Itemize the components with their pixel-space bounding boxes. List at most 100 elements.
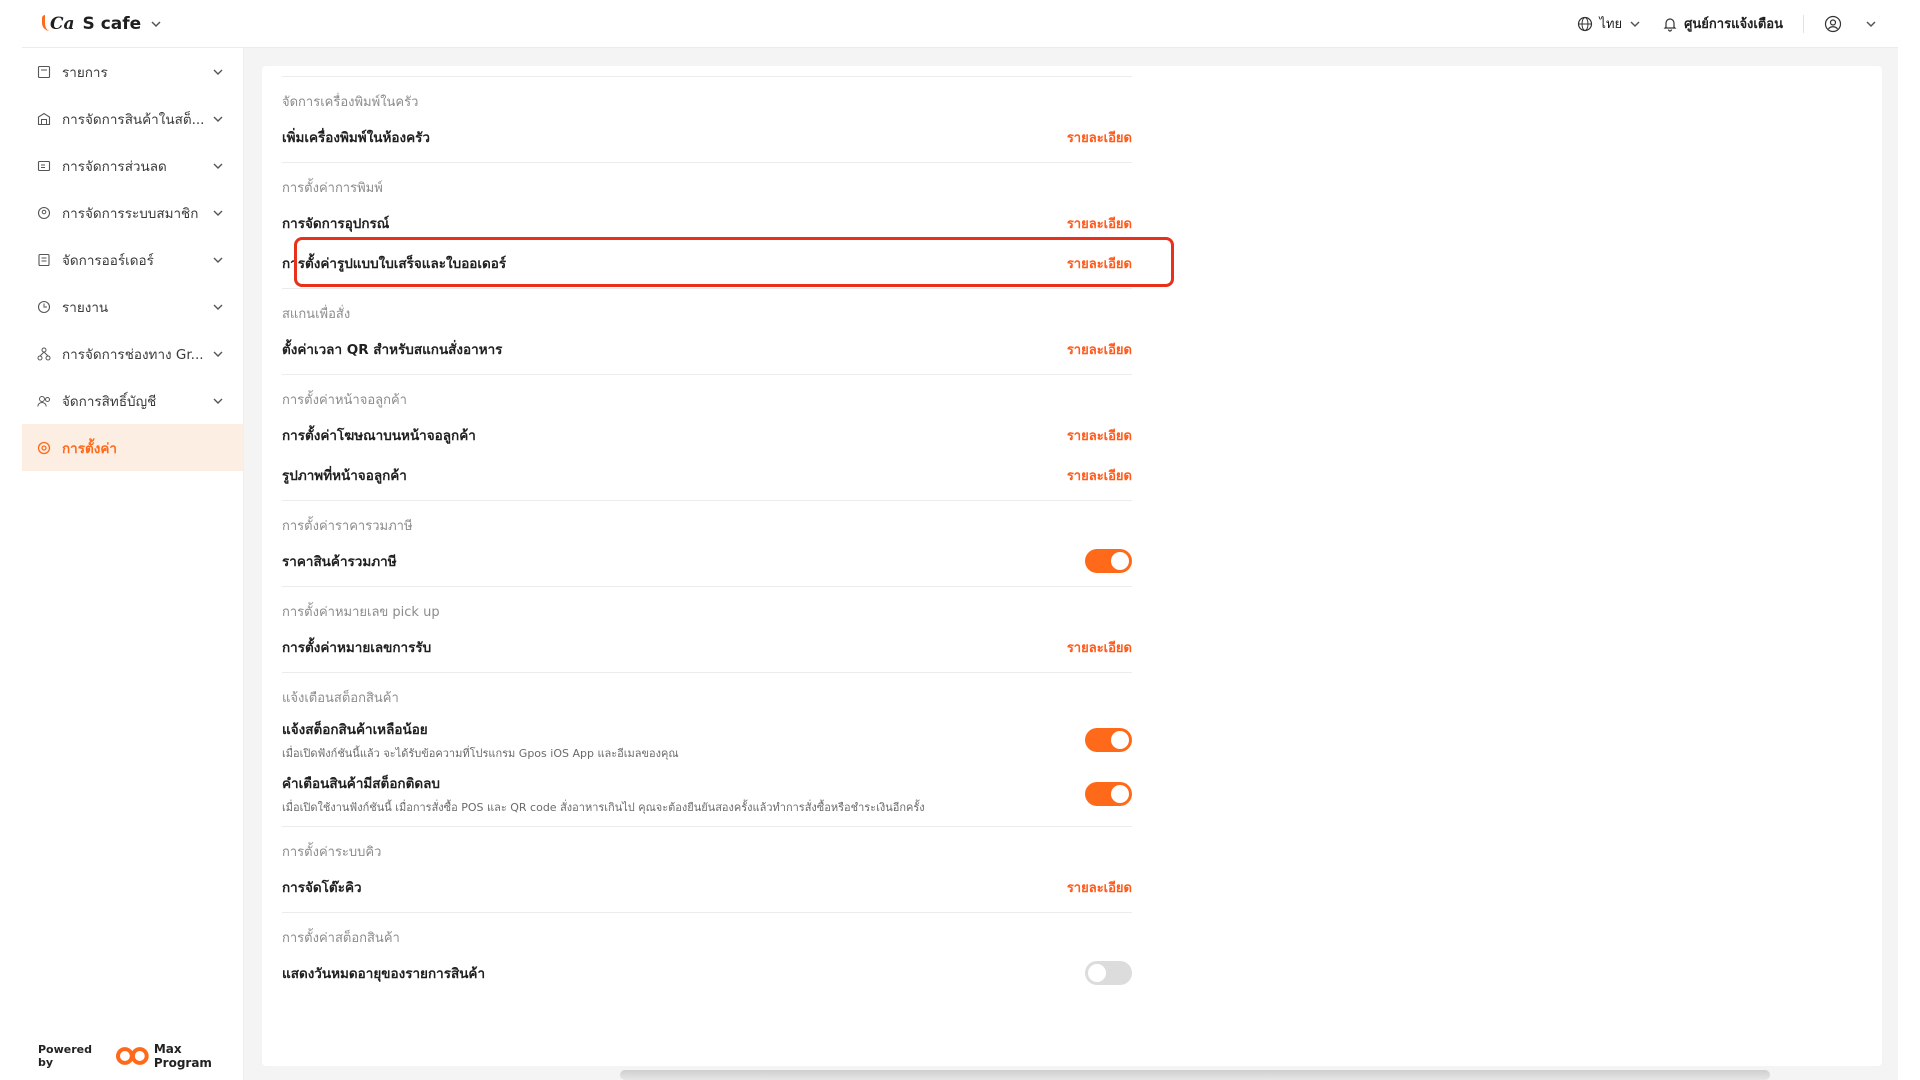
sidebar-item-inventory[interactable]: การจัดการสินค้าในสต็...	[22, 95, 243, 142]
settings-row: การจัดโต๊ะคิว รายละเอียด	[282, 872, 1132, 902]
settings-card: จัดการเครื่องพิมพ์ในครัว เพิ่มเครื่องพิม…	[262, 66, 1882, 1066]
settings-row: การตั้งค่าหมายเลขการรับ รายละเอียด	[282, 632, 1132, 662]
sidebar-item-reports[interactable]: รายงาน	[22, 283, 243, 330]
detail-link[interactable]: รายละเอียด	[1067, 425, 1132, 446]
app-logo: Ca	[42, 14, 75, 34]
language-selector[interactable]: ไทย	[1577, 13, 1642, 34]
section-title: สแกนเพื่อสั่ง	[282, 307, 351, 322]
detail-link[interactable]: รายละเอียด	[1067, 637, 1132, 658]
chevron-down-icon	[213, 351, 223, 357]
sidebar-item-label: รายงาน	[62, 299, 109, 316]
bell-icon	[1663, 17, 1677, 32]
sidebar-item-label: การจัดการส่วนลด	[62, 158, 167, 175]
account-icon	[37, 395, 50, 407]
sidebar-item-accounts[interactable]: จัดการสิทธิ์บัญชี	[22, 377, 243, 424]
channel-icon	[37, 347, 51, 360]
notification-center[interactable]: ศูนย์การแจ้งเตือน	[1662, 13, 1783, 34]
row-label: คำเตือนสินค้ามีสต็อกติดลบ	[282, 776, 440, 792]
sidebar-item-label: การจัดการช่องทาง Gr...	[62, 346, 204, 363]
low-stock-alert-toggle[interactable]	[1085, 728, 1132, 752]
settings-section: จัดการเครื่องพิมพ์ในครัว เพิ่มเครื่องพิม…	[282, 77, 1132, 163]
store-switcher[interactable]: Ca S cafe	[42, 14, 163, 34]
detail-link[interactable]: รายละเอียด	[1067, 127, 1132, 148]
chevron-down-icon	[213, 304, 223, 310]
chevron-down-icon	[213, 398, 223, 404]
list-icon	[37, 65, 51, 78]
row-description: เมื่อเปิดใช้งานฟังก์ชันนี้ เมื่อการสั่งซ…	[282, 801, 925, 814]
sidebar: รายการ การจัดการสินค้าในสต็... การจัดการ…	[22, 48, 244, 1080]
row-label: แจ้งสต็อกสินค้าเหลือน้อย	[282, 722, 428, 738]
chevron-down-icon	[1866, 20, 1876, 27]
sidebar-item-label: การตั้งค่า	[62, 440, 117, 457]
store-name: S cafe	[82, 13, 142, 34]
settings-section: การตั้งค่าหน้าจอลูกค้า การตั้งค่าโฆษณาบน…	[282, 375, 1132, 501]
row-text: คำเตือนสินค้ามีสต็อกติดลบ เมื่อเปิดใช้งา…	[282, 772, 925, 816]
globe-icon	[1578, 16, 1593, 31]
detail-link[interactable]: รายละเอียด	[1067, 465, 1132, 486]
settings-row: ราคาสินค้ารวมภาษี	[282, 546, 1132, 576]
detail-link[interactable]: รายละเอียด	[1067, 213, 1132, 234]
settings-row: ตั้งค่าเวลา QR สำหรับสแกนสั่งอาหาร รายละ…	[282, 334, 1132, 364]
user-avatar-icon	[1824, 15, 1842, 32]
settings-section: การตั้งค่าการพิมพ์ การจัดการอุปกรณ์ รายล…	[282, 163, 1132, 289]
header-tools: ไทย ศูนย์การแจ้งเตือน	[1577, 13, 1878, 34]
section-title: การตั้งค่าราคารวมภาษี	[282, 519, 413, 534]
section-title: การตั้งค่าหมายเลข pick up	[282, 605, 440, 620]
detail-link[interactable]: รายละเอียด	[1067, 339, 1132, 360]
row-label: รูปภาพที่หน้าจอลูกค้า	[282, 468, 407, 484]
settings-row: การตั้งค่ารูปแบบใบเสร็จและใบออเดอร์ รายล…	[282, 248, 1132, 278]
settings-section: การตั้งค่าระบบคิว การจัดโต๊ะคิว รายละเอี…	[282, 827, 1132, 913]
row-label: การตั้งค่ารูปแบบใบเสร็จและใบออเดอร์	[282, 256, 507, 272]
row-label: แสดงวันหมดอายุของรายการสินค้า	[282, 966, 486, 982]
settings-icon	[37, 441, 51, 454]
settings-section: การตั้งค่าราคารวมภาษี ราคาสินค้ารวมภาษี	[282, 501, 1132, 587]
row-label: เพิ่มเครื่องพิมพ์ในห้องครัว	[282, 130, 430, 146]
sidebar-item-list[interactable]: รายการ	[22, 48, 243, 95]
warehouse-icon	[37, 112, 51, 125]
order-icon	[38, 253, 50, 266]
section-title: การตั้งค่าสต็อกสินค้า	[282, 931, 400, 946]
chevron-down-icon	[1630, 20, 1640, 27]
settings-row: การตั้งค่าโฆษณาบนหน้าจอลูกค้า รายละเอียด	[282, 420, 1132, 450]
user-menu[interactable]	[1824, 15, 1878, 33]
settings-row: เพิ่มเครื่องพิมพ์ในห้องครัว รายละเอียด	[282, 122, 1132, 152]
header-divider	[1803, 14, 1804, 33]
discount-icon	[37, 160, 51, 171]
section-title: การตั้งค่าระบบคิว	[282, 845, 382, 860]
settings-row: รูปภาพที่หน้าจอลูกค้า รายละเอียด	[282, 460, 1132, 490]
max-program-logo: Max Program	[116, 1042, 243, 1070]
section-title: แจ้งเตือนสต็อกสินค้า	[282, 691, 399, 706]
section-title: จัดการเครื่องพิมพ์ในครัว	[282, 95, 419, 110]
row-label: การจัดการอุปกรณ์	[282, 216, 390, 232]
settings-row: แสดงวันหมดอายุของรายการสินค้า	[282, 958, 1132, 988]
notification-label: ศูนย์การแจ้งเตือน	[1684, 17, 1783, 32]
sidebar-item-label: การจัดการสินค้าในสต็...	[62, 111, 205, 128]
settings-row: การจัดการอุปกรณ์ รายละเอียด	[282, 208, 1132, 238]
sidebar-item-membership[interactable]: การจัดการระบบสมาชิก	[22, 189, 243, 236]
scrollbar-shadow	[620, 1070, 1770, 1080]
report-icon	[37, 300, 51, 313]
row-label: ตั้งค่าเวลา QR สำหรับสแกนสั่งอาหาร	[282, 342, 503, 358]
row-label: การตั้งค่าโฆษณาบนหน้าจอลูกค้า	[282, 428, 476, 444]
sidebar-item-orders[interactable]: จัดการออร์เดอร์	[22, 236, 243, 283]
detail-link[interactable]: รายละเอียด	[1067, 877, 1132, 898]
powered-by-label: Powered by	[38, 1043, 93, 1069]
sidebar-item-channels[interactable]: การจัดการช่องทาง Gr...	[22, 330, 243, 377]
sidebar-item-label: จัดการออร์เดอร์	[62, 252, 154, 269]
row-text: แจ้งสต็อกสินค้าเหลือน้อย เมื่อเปิดฟังก์ช…	[282, 718, 679, 762]
member-icon	[37, 206, 51, 219]
expiry-date-toggle[interactable]	[1085, 961, 1132, 985]
sidebar-item-label: การจัดการระบบสมาชิก	[62, 205, 199, 222]
chevron-down-icon	[213, 257, 223, 263]
negative-stock-warning-toggle[interactable]	[1085, 782, 1132, 806]
row-label: การจัดโต๊ะคิว	[282, 880, 362, 896]
settings-row: แจ้งสต็อกสินค้าเหลือน้อย เมื่อเปิดฟังก์ช…	[282, 718, 1132, 762]
sidebar-item-settings[interactable]: การตั้งค่า	[22, 424, 243, 471]
tax-inclusive-toggle[interactable]	[1085, 549, 1132, 573]
detail-link[interactable]: รายละเอียด	[1067, 253, 1132, 274]
section-title: การตั้งค่าการพิมพ์	[282, 181, 383, 196]
settings-section: แจ้งเตือนสต็อกสินค้า แจ้งสต็อกสินค้าเหลื…	[282, 673, 1132, 827]
chevron-down-icon	[213, 69, 223, 75]
settings-section: การตั้งค่าสต็อกสินค้า แสดงวันหมดอายุของร…	[282, 913, 1132, 998]
sidebar-item-discount[interactable]: การจัดการส่วนลด	[22, 142, 243, 189]
